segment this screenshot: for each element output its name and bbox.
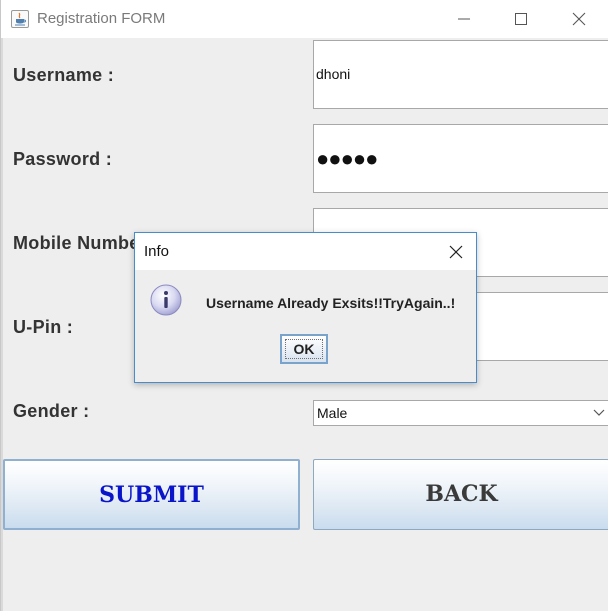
dialog-title: Info (144, 243, 170, 260)
close-button[interactable] (556, 0, 602, 38)
minimize-button[interactable] (441, 0, 487, 38)
username-field[interactable]: dhoni (313, 40, 608, 109)
chevron-down-icon (593, 409, 605, 416)
gender-select[interactable]: Male (313, 400, 608, 426)
registration-window: Registration FORM Username : dhoni Passw… (0, 0, 608, 611)
info-icon (150, 284, 182, 316)
minimize-icon (458, 18, 470, 20)
window-titlebar[interactable]: Registration FORM (1, 0, 608, 38)
upin-label: U-Pin : (13, 317, 74, 337)
ok-button[interactable]: OK (280, 334, 328, 364)
info-dialog: Info Username Already Exsits!!TryAgain..… (134, 232, 477, 383)
dialog-close-button[interactable] (448, 244, 464, 260)
password-label: Password : (13, 149, 113, 169)
back-button[interactable]: BACK (313, 459, 608, 530)
java-cup-icon (11, 10, 29, 28)
dialog-titlebar[interactable]: Info (135, 233, 476, 270)
submit-button[interactable]: SUBMIT (3, 459, 300, 530)
gender-label: Gender : (13, 401, 90, 421)
close-icon (449, 245, 463, 259)
dialog-message: Username Already Exsits!!TryAgain..! (206, 295, 456, 311)
close-icon (572, 12, 586, 26)
maximize-button[interactable] (498, 0, 544, 38)
password-field[interactable]: ●●●●● (313, 124, 608, 193)
maximize-icon (515, 13, 527, 25)
window-title: Registration FORM (37, 10, 166, 27)
ok-button-label: OK (293, 341, 315, 357)
username-label: Username : (13, 65, 115, 85)
gender-selected-value: Male (317, 405, 348, 421)
